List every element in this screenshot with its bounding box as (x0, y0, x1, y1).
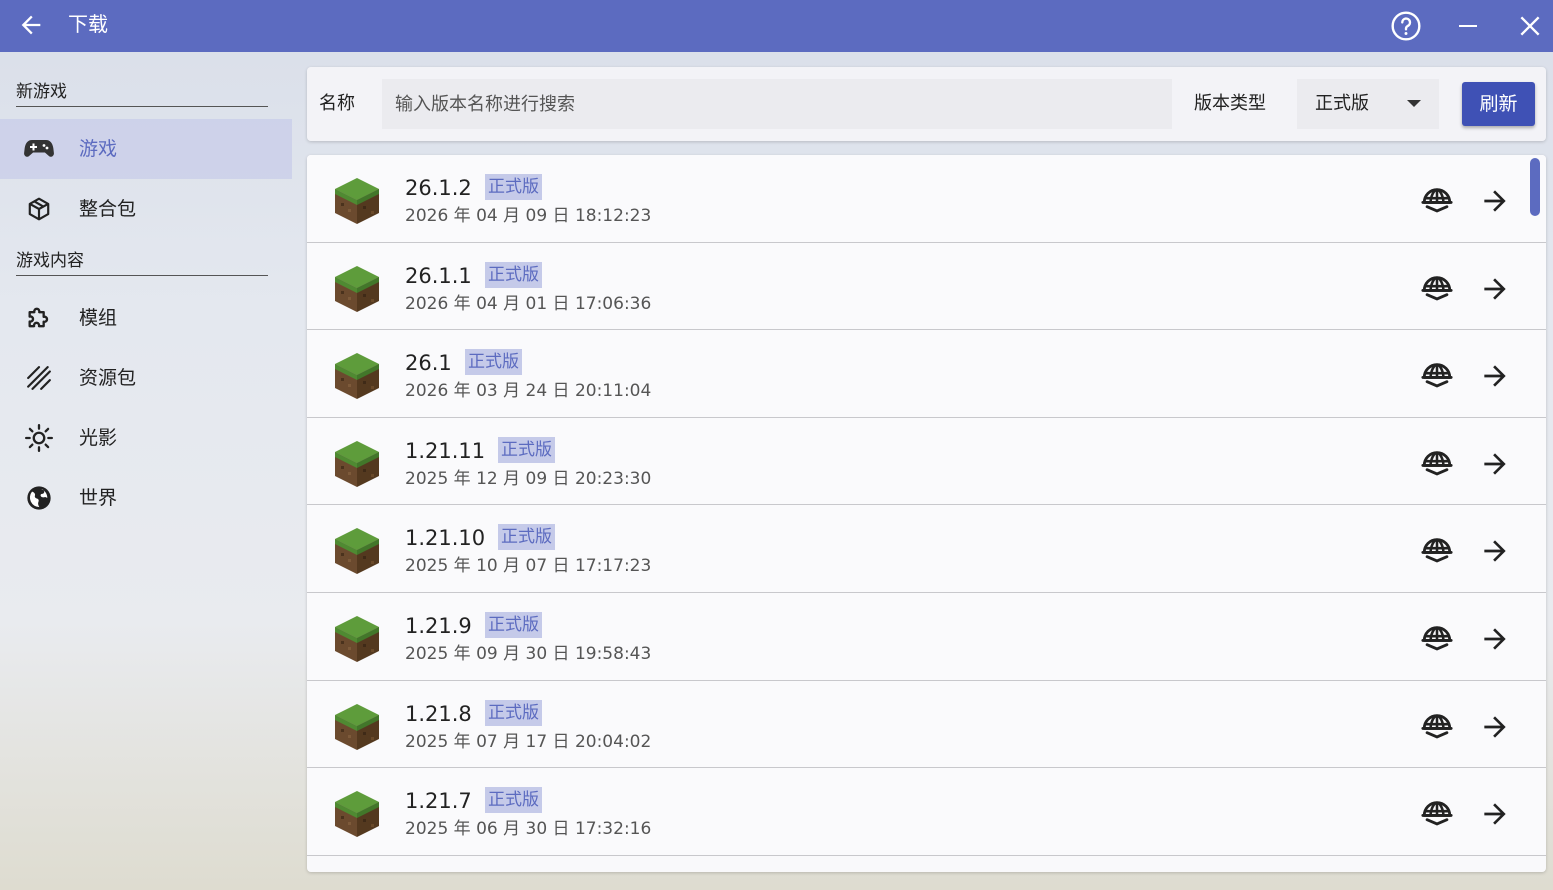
refresh-button[interactable]: 刷新 (1462, 82, 1535, 126)
minimize-icon (1459, 25, 1477, 27)
release-type-badge: 正式版 (485, 699, 542, 726)
wiki-globe-icon[interactable] (1420, 710, 1454, 744)
grass-block-icon (335, 791, 379, 838)
wiki-globe-icon[interactable] (1420, 272, 1454, 306)
version-name: 26.1.1 (405, 263, 472, 288)
release-date: 2026 年 03 月 24 日 20:11:04 (405, 381, 652, 402)
sidebar-item-game[interactable]: 游戏 (0, 119, 292, 179)
section-header-new-game: 新游戏 (16, 80, 268, 107)
wiki-globe-icon[interactable] (1420, 534, 1454, 568)
help-button[interactable] (1385, 5, 1427, 47)
globe-icon (24, 484, 54, 512)
grass-block-icon (335, 265, 379, 312)
page-title: 下载 (68, 12, 108, 36)
section-header-game-content: 游戏内容 (16, 249, 268, 276)
release-date: 2025 年 06 月 30 日 17:32:16 (405, 819, 652, 840)
sun-icon (24, 424, 54, 452)
version-name: 26.1.2 (405, 176, 472, 200)
version-name: 1.21.8 (405, 701, 472, 726)
arrow-right-icon[interactable] (1479, 448, 1511, 480)
release-date: 2025 年 07 月 17 日 20:04:02 (405, 731, 652, 752)
minimize-button[interactable] (1447, 5, 1489, 47)
release-date: 2026 年 04 月 01 日 17:06:36 (405, 293, 652, 314)
grass-block-icon (335, 440, 379, 487)
sidebar-item-label: 模组 (79, 307, 118, 329)
arrow-right-icon[interactable] (1479, 798, 1511, 830)
version-row[interactable]: 26.1.1 正式版 2026 年 04 月 01 日 17:06:36 (307, 242, 1546, 331)
grass-block-icon (335, 178, 379, 224)
arrow-right-icon[interactable] (1479, 273, 1511, 305)
sidebar-item-label: 整合包 (79, 198, 137, 220)
release-date: 2025 年 12 月 09 日 20:23:30 (405, 468, 652, 489)
sidebar-item-label: 光影 (79, 427, 118, 449)
sidebar-item-mods[interactable]: 模组 (0, 288, 292, 348)
sidebar-item-resourcepacks[interactable]: 资源包 (0, 348, 292, 408)
sidebar-item-worlds[interactable]: 世界 (0, 468, 292, 528)
wiki-globe-icon[interactable] (1420, 359, 1454, 393)
version-row[interactable]: 26.1 正式版 2026 年 03 月 24 日 20:11:04 (307, 330, 1546, 418)
sidebar-item-label: 游戏 (79, 138, 118, 160)
release-type-badge: 正式版 (485, 787, 542, 814)
puzzle-icon (24, 304, 54, 332)
list-scrollbar[interactable] (1530, 158, 1540, 216)
release-type-badge: 正式版 (485, 612, 542, 638)
arrow-right-icon[interactable] (1479, 623, 1511, 655)
version-row[interactable]: 1.21.9 正式版 2025 年 09 月 30 日 19:58:43 (307, 593, 1546, 681)
release-type-badge: 正式版 (498, 436, 555, 463)
grass-block-icon (335, 703, 379, 750)
back-button[interactable] (14, 8, 48, 42)
version-row[interactable]: 1.21.10 正式版 2025 年 10 月 07 日 17:17:23 (307, 505, 1546, 593)
version-list: 26.1.2 正式版 2026 年 04 月 09 日 18:12:23 26.… (307, 155, 1546, 872)
version-name: 1.21.10 (405, 526, 486, 551)
wiki-globe-icon[interactable] (1420, 184, 1454, 218)
version-row[interactable]: 1.21.7 正式版 2025 年 06 月 30 日 17:32:16 (307, 768, 1546, 856)
version-name: 26.1 (405, 351, 452, 376)
sidebar-item-shaders[interactable]: 光影 (0, 408, 292, 468)
arrow-right-icon[interactable] (1479, 711, 1511, 743)
arrow-right-icon[interactable] (1479, 535, 1511, 567)
search-input[interactable] (382, 79, 1172, 129)
arrow-left-icon (21, 15, 41, 35)
version-type-label: 版本类型 (1194, 93, 1266, 114)
version-row[interactable]: 1.21.8 正式版 2025 年 07 月 17 日 20:04:02 (307, 680, 1546, 769)
version-name: 1.21.9 (405, 614, 472, 638)
version-type-value: 正式版 (1315, 93, 1369, 114)
help-circle-icon (1391, 11, 1421, 41)
sidebar-item-modpack[interactable]: 整合包 (0, 179, 292, 239)
sidebar-item-label: 资源包 (79, 367, 137, 389)
grass-block-icon (335, 616, 379, 662)
search-bar: 名称 版本类型 正式版 刷新 (307, 67, 1546, 141)
close-icon (1520, 16, 1540, 36)
arrow-right-icon[interactable] (1479, 185, 1511, 217)
title-bar: 下载 (0, 0, 1553, 52)
release-type-badge: 正式版 (485, 261, 542, 288)
chevron-down-icon (1407, 100, 1421, 107)
release-date: 2026 年 04 月 09 日 18:12:23 (405, 206, 652, 226)
name-label: 名称 (319, 93, 355, 114)
grass-block-icon (335, 353, 379, 400)
package-icon (24, 195, 54, 223)
version-row[interactable]: 26.1.2 正式版 2026 年 04 月 09 日 18:12:23 (307, 155, 1546, 243)
wiki-globe-icon[interactable] (1420, 622, 1454, 656)
gamepad-icon (24, 135, 54, 163)
version-row[interactable]: 1.21.11 正式版 2025 年 12 月 09 日 20:23:30 (307, 417, 1546, 506)
release-type-badge: 正式版 (498, 524, 555, 551)
version-type-select[interactable]: 正式版 (1297, 79, 1439, 129)
version-name: 1.21.11 (405, 438, 486, 463)
wiki-globe-icon[interactable] (1420, 447, 1454, 481)
version-name: 1.21.7 (405, 789, 472, 814)
release-type-badge: 正式版 (485, 174, 542, 200)
release-type-badge: 正式版 (465, 349, 522, 376)
close-button[interactable] (1509, 5, 1551, 47)
sidebar-item-label: 世界 (79, 487, 118, 509)
release-date: 2025 年 10 月 07 日 17:17:23 (405, 556, 652, 577)
arrow-right-icon[interactable] (1479, 360, 1511, 392)
sidebar: 新游戏 游戏 整合包 游戏内容 模组 资源包 光影 世界 (0, 52, 300, 890)
release-date: 2025 年 09 月 30 日 19:58:43 (405, 644, 652, 664)
texture-icon (24, 364, 54, 392)
wiki-globe-icon[interactable] (1420, 797, 1454, 831)
grass-block-icon (335, 528, 379, 575)
